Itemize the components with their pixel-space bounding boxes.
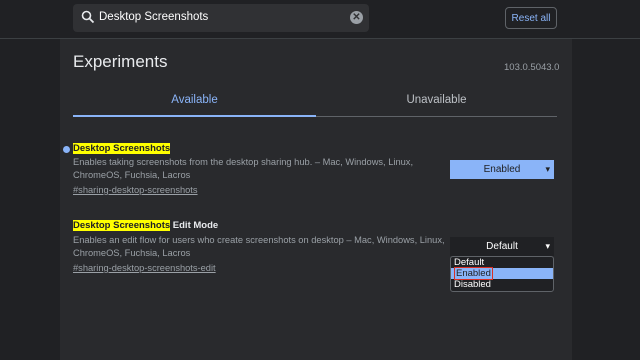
flag-anchor-link[interactable]: #sharing-desktop-screenshots <box>73 185 198 195</box>
select-dropdown-list[interactable]: Default Enabled Disabled <box>450 256 554 292</box>
top-bar: Desktop Screenshots ✕ Reset all <box>0 0 640 39</box>
flag-description-line: Enables taking screenshots from the desk… <box>73 157 414 167</box>
search-input[interactable]: Desktop Screenshots <box>99 11 208 23</box>
flag-title: Desktop Screenshots Edit Mode <box>73 220 218 231</box>
dropdown-option-enabled[interactable]: Enabled <box>451 267 553 280</box>
chevron-down-icon: ▾ <box>545 164 550 174</box>
flag-title: Desktop Screenshots <box>73 143 171 154</box>
page-title: Experiments <box>73 52 168 71</box>
reset-all-button[interactable]: Reset all <box>505 7 557 29</box>
tab-unavailable[interactable]: Unavailable <box>315 94 558 106</box>
flag-anchor-link[interactable]: #sharing-desktop-screenshots-edit <box>73 263 216 273</box>
search-icon <box>81 10 95 29</box>
dropdown-option-disabled[interactable]: Disabled <box>451 279 553 290</box>
flag-description-line: Enables an edit flow for users who creat… <box>73 235 445 245</box>
modified-flag-dot-icon <box>63 146 70 153</box>
clear-search-icon[interactable]: ✕ <box>350 11 363 24</box>
select-value: Enabled <box>483 164 521 175</box>
flag-description: Enables an edit flow for users who creat… <box>73 234 445 260</box>
flag-title-rest: Edit Mode <box>170 220 219 231</box>
tab-available[interactable]: Available <box>73 94 316 106</box>
flag-state-select[interactable]: Default ▾ <box>450 237 554 256</box>
search-highlight: Desktop Screenshots <box>73 220 171 231</box>
flag-description-line: ChromeOS, Fuchsia, Lacros <box>73 248 191 258</box>
select-value: Default <box>486 241 518 252</box>
search-highlight: Desktop Screenshots <box>73 143 171 154</box>
chevron-down-icon: ▾ <box>545 241 550 251</box>
flag-state-select[interactable]: Enabled ▾ <box>450 160 554 179</box>
flag-description: Enables taking screenshots from the desk… <box>73 156 443 182</box>
active-tab-indicator <box>73 115 316 117</box>
experiments-panel <box>60 39 572 360</box>
version-label: 103.0.5043.0 <box>504 62 560 73</box>
search-box[interactable]: Desktop Screenshots ✕ <box>73 4 369 32</box>
flag-description-line: ChromeOS, Fuchsia, Lacros <box>73 170 191 180</box>
